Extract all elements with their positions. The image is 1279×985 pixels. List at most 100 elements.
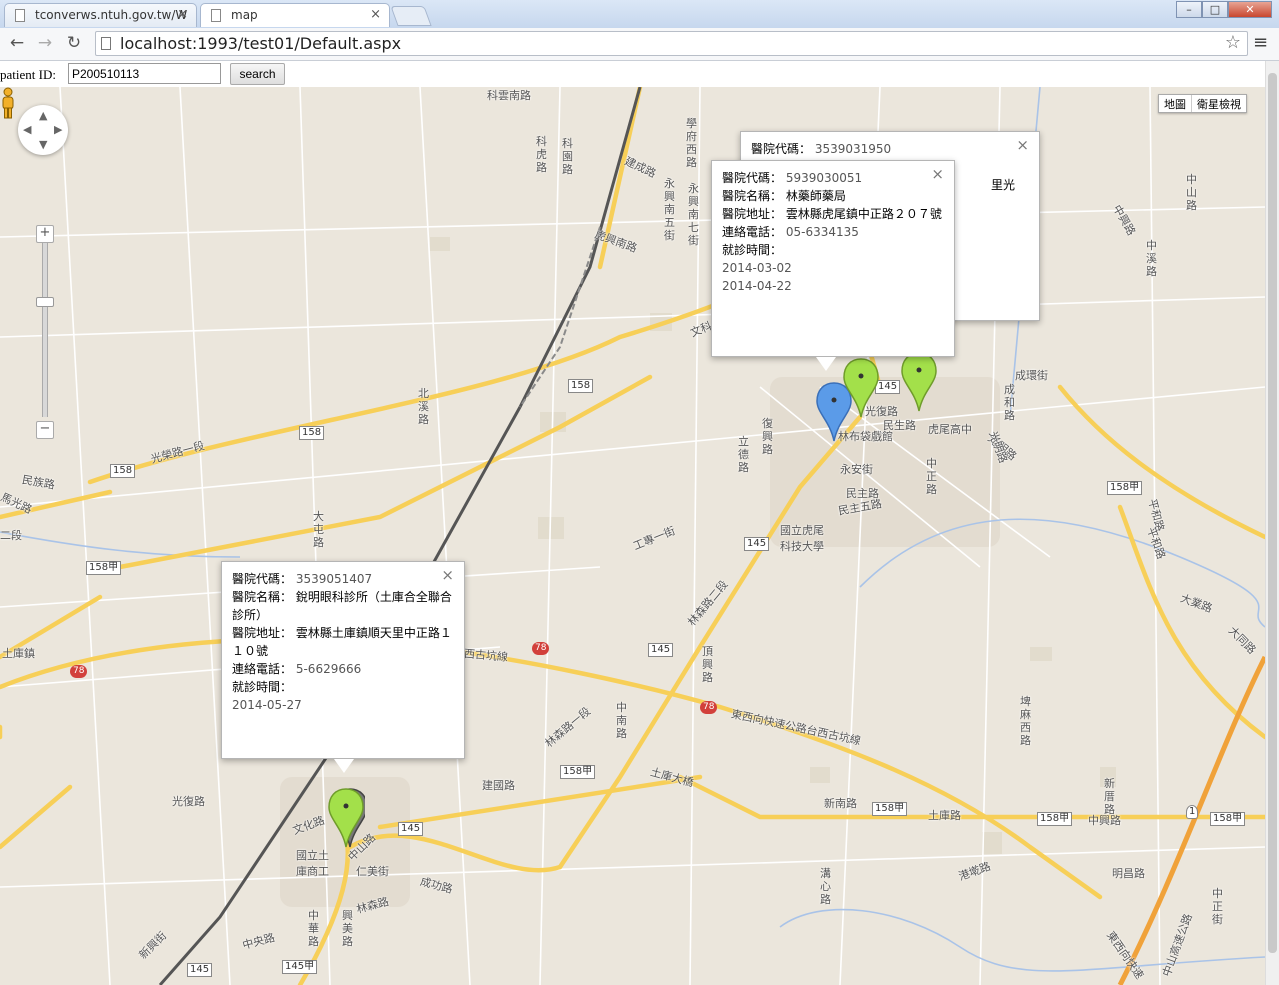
pan-up-icon[interactable]: ▲ xyxy=(39,109,47,122)
map-label: 虎尾高中 xyxy=(928,423,972,436)
menu-icon[interactable]: ≡ xyxy=(1253,32,1268,53)
search-form: patient ID: search xyxy=(0,61,1279,87)
url-text: localhost:1993/test01/Default.aspx xyxy=(120,34,402,53)
info-window: 醫院代碼： 5939030051 醫院名稱： 林藥師藥局 醫院地址： 雲林縣虎尾… xyxy=(711,160,955,371)
route-shield: 158 xyxy=(299,426,325,440)
maximize-button[interactable]: □ xyxy=(1202,1,1228,18)
map-label: 大屯路 xyxy=(313,510,324,549)
route-shield: 158甲 xyxy=(1037,812,1073,826)
map-label: 中華路 xyxy=(308,909,319,948)
map-label: 成環街 xyxy=(1015,369,1048,382)
page-icon xyxy=(101,37,111,50)
tab-title: map xyxy=(231,8,258,22)
map-label: 北溪路 xyxy=(418,387,429,426)
route-shield: 78 xyxy=(532,642,550,655)
info-date: 2014-05-27 xyxy=(232,698,302,712)
map-label: 建國路 xyxy=(482,779,515,792)
route-shield: 158甲 xyxy=(1107,481,1143,495)
zoom-out-button[interactable]: − xyxy=(36,421,54,439)
map-label: 科虎路 xyxy=(536,135,547,174)
page-icon xyxy=(15,9,25,22)
map-label: 成和路 xyxy=(1004,383,1015,422)
map-label: 科園路 xyxy=(562,137,573,176)
forward-arrow-icon[interactable]: → xyxy=(34,32,56,54)
patient-id-label: patient ID: xyxy=(0,67,56,82)
route-shield: 145甲 xyxy=(282,960,318,974)
map-label: 興美路 xyxy=(342,909,353,948)
map-label: 中正街 xyxy=(1212,887,1223,926)
info-row: 醫院名稱： 銳明眼科診所（土庫合全聯合診所） xyxy=(232,590,452,622)
pan-right-icon[interactable]: ▶ xyxy=(54,123,62,136)
map-label: 民生路 xyxy=(883,419,916,432)
map-label: 國立土庫商工 xyxy=(296,849,329,878)
reload-icon[interactable]: ↻ xyxy=(63,32,85,54)
info-row: 連絡電話： 5-6629666 xyxy=(232,662,362,676)
zoom-in-button[interactable]: + xyxy=(36,225,54,243)
info-row: 醫院地址： 雲林縣虎尾鎮中正路２０７號 xyxy=(722,207,942,221)
map-label: 學府西路 xyxy=(686,117,697,169)
map-label: 立德路 xyxy=(738,435,749,474)
map-type-map-button[interactable]: 地圖 xyxy=(1159,95,1192,112)
map-label: 永興南五街 xyxy=(664,177,675,242)
info-row: 醫院名稱： 林藥師藥局 xyxy=(722,189,846,203)
green-marker-icon[interactable] xyxy=(842,357,880,419)
tab-tconverws[interactable]: tconverws.ntuh.gov.tw/W × xyxy=(4,3,197,27)
map-label: 埤麻西路 xyxy=(1020,695,1031,747)
info-row: 醫院代碼： 3539031950 xyxy=(751,142,892,156)
map-label: 國立虎尾科技大學 xyxy=(780,524,824,553)
route-shield: 158甲 xyxy=(872,802,908,816)
road-network xyxy=(0,87,1265,985)
info-date: 2014-03-02 xyxy=(722,261,792,275)
info-window-tail xyxy=(334,759,354,773)
close-icon[interactable]: × xyxy=(370,7,381,22)
tab-map[interactable]: map × xyxy=(200,3,390,27)
map-label: 土庫鎮 xyxy=(2,647,35,660)
map-label: 溝心路 xyxy=(820,867,831,906)
route-shield: 158甲 xyxy=(1210,812,1246,826)
map-label: 中正路 xyxy=(926,457,937,496)
close-icon[interactable]: × xyxy=(931,167,944,182)
info-row: 就診時間： xyxy=(232,680,293,694)
pan-down-icon[interactable]: ▼ xyxy=(39,138,47,151)
route-shield: 78 xyxy=(70,665,88,678)
info-row: 連絡電話： 05-6334135 xyxy=(722,225,859,239)
route-shield: 1 xyxy=(1186,805,1199,819)
window-close-button[interactable]: ✕ xyxy=(1228,1,1272,18)
scrollbar-thumb[interactable] xyxy=(1268,73,1277,953)
map-label: 中山路 xyxy=(1186,173,1197,212)
close-icon[interactable]: × xyxy=(177,7,188,22)
info-window-tail xyxy=(816,357,836,371)
route-shield: 145 xyxy=(398,822,424,836)
map-label: 中南路 xyxy=(616,701,627,740)
search-button[interactable]: search xyxy=(230,63,285,85)
map-canvas[interactable]: 科雲南路 學府西路 科虎路 科園路 永興南五街 永興南七街 建成路 虎興南路 中… xyxy=(0,87,1265,985)
map-label: 光復路 xyxy=(172,795,205,808)
info-partial-text: 里光 xyxy=(991,178,1016,192)
route-shield: 145 xyxy=(744,537,770,551)
close-icon[interactable]: × xyxy=(441,568,454,583)
pan-left-icon[interactable]: ◀ xyxy=(23,123,31,136)
patient-id-input[interactable] xyxy=(68,63,221,84)
address-bar[interactable]: localhost:1993/test01/Default.aspx ☆ xyxy=(95,31,1248,56)
new-tab-button[interactable] xyxy=(390,6,432,26)
zoom-track[interactable] xyxy=(42,237,48,417)
bookmark-star-icon[interactable]: ☆ xyxy=(1225,32,1241,53)
close-icon[interactable]: × xyxy=(1016,138,1029,153)
info-window: 醫院代碼： 3539051407 醫院名稱： 銳明眼科診所（土庫合全聯合診所） … xyxy=(221,561,465,773)
zoom-slider-handle[interactable] xyxy=(36,297,54,307)
map-label: 土庫路 xyxy=(928,809,961,822)
browser-toolbar: ← → ↻ localhost:1993/test01/Default.aspx… xyxy=(0,28,1279,61)
map-type-control: 地圖 衛星檢視 xyxy=(1158,94,1247,113)
pan-control[interactable]: ▲ ▼ ◀ ▶ xyxy=(18,105,68,155)
street-view-pegman-icon[interactable] xyxy=(0,87,16,119)
route-shield: 158 xyxy=(110,464,136,478)
route-shield: 145 xyxy=(187,963,213,977)
minimize-button[interactable]: – xyxy=(1176,1,1202,18)
map-label: 復興路 xyxy=(762,417,773,456)
back-arrow-icon[interactable]: ← xyxy=(6,32,28,54)
green-marker-icon[interactable] xyxy=(900,351,938,413)
green-marker-icon[interactable] xyxy=(327,787,365,849)
page-scrollbar[interactable] xyxy=(1265,61,1279,985)
map-type-satellite-button[interactable]: 衛星檢視 xyxy=(1192,95,1246,112)
map-label: 頂興路 xyxy=(702,645,713,684)
